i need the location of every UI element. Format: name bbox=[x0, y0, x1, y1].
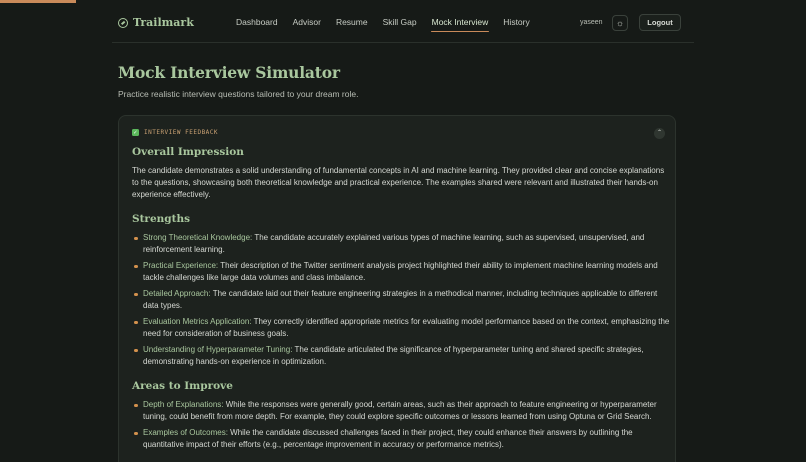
collapse-button[interactable]: ⌃ bbox=[654, 128, 665, 139]
compass-icon bbox=[118, 17, 128, 28]
list-item: Examples of Outcomes: While the candidat… bbox=[132, 427, 672, 451]
nav-skill-gap[interactable]: Skill Gap bbox=[383, 17, 417, 27]
list-item-term: Practical Experience: bbox=[143, 261, 219, 270]
check-icon: ✓ bbox=[132, 129, 139, 136]
nav-advisor[interactable]: Advisor bbox=[293, 17, 321, 27]
theme-toggle-button[interactable]: ☼ bbox=[612, 15, 628, 31]
list-item-term: Evaluation Metrics Application: bbox=[143, 317, 252, 326]
main-nav: Dashboard Advisor Resume Skill Gap Mock … bbox=[236, 17, 545, 32]
list-item-text: Their description of the Twitter sentime… bbox=[143, 261, 658, 282]
feedback-tag: ✓ INTERVIEW FEEDBACK bbox=[132, 129, 218, 136]
logout-button[interactable]: Logout bbox=[639, 14, 681, 31]
list-item-term: Examples of Outcomes: bbox=[143, 428, 228, 437]
list-item-term: Detailed Approach: bbox=[143, 289, 211, 298]
interview-feedback-card: ✓ INTERVIEW FEEDBACK ⌃ Overall Impressio… bbox=[118, 115, 676, 462]
feedback-tag-label: INTERVIEW FEEDBACK bbox=[144, 129, 219, 136]
page-subtitle: Practice realistic interview questions t… bbox=[118, 89, 359, 99]
list-item: Understanding of Hyperparameter Tuning: … bbox=[132, 344, 672, 368]
list-item: Strong Theoretical Knowledge: The candid… bbox=[132, 232, 672, 256]
strengths-heading: Strengths bbox=[132, 213, 191, 225]
top-navbar: Trailmark Dashboard Advisor Resume Skill… bbox=[0, 3, 806, 43]
list-item: Evaluation Metrics Application: They cor… bbox=[132, 316, 672, 340]
chevron-up-icon: ⌃ bbox=[656, 130, 663, 136]
nav-mock-interview[interactable]: Mock Interview bbox=[430, 17, 489, 32]
list-item: Practical Experience: Their description … bbox=[132, 260, 672, 284]
list-item-term: Understanding of Hyperparameter Tuning: bbox=[143, 345, 293, 354]
brand-logo[interactable]: Trailmark bbox=[118, 16, 194, 29]
list-item: Detailed Approach: The candidate laid ou… bbox=[132, 288, 672, 312]
nav-resume[interactable]: Resume bbox=[336, 17, 368, 27]
brand-name: Trailmark bbox=[133, 16, 194, 29]
overall-impression-heading: Overall Impression bbox=[132, 146, 244, 158]
username: yaseen bbox=[580, 19, 603, 26]
list-item: Depth of Explanations: While the respons… bbox=[132, 399, 672, 423]
areas-to-improve-list: Depth of Explanations: While the respons… bbox=[132, 399, 672, 455]
list-item-term: Strong Theoretical Knowledge: bbox=[143, 233, 253, 242]
overall-impression-text: The candidate demonstrates a solid under… bbox=[132, 166, 665, 199]
list-item-term: Depth of Explanations: bbox=[143, 400, 224, 409]
nav-dashboard[interactable]: Dashboard bbox=[236, 17, 278, 27]
navbar-inner: Trailmark Dashboard Advisor Resume Skill… bbox=[112, 3, 694, 43]
page-title: Mock Interview Simulator bbox=[118, 63, 340, 82]
strengths-list: Strong Theoretical Knowledge: The candid… bbox=[132, 232, 672, 372]
sun-icon: ☼ bbox=[615, 18, 625, 28]
areas-to-improve-heading: Areas to Improve bbox=[132, 380, 233, 392]
list-item-text: The candidate laid out their feature eng… bbox=[143, 289, 658, 310]
nav-history[interactable]: History bbox=[503, 17, 529, 27]
